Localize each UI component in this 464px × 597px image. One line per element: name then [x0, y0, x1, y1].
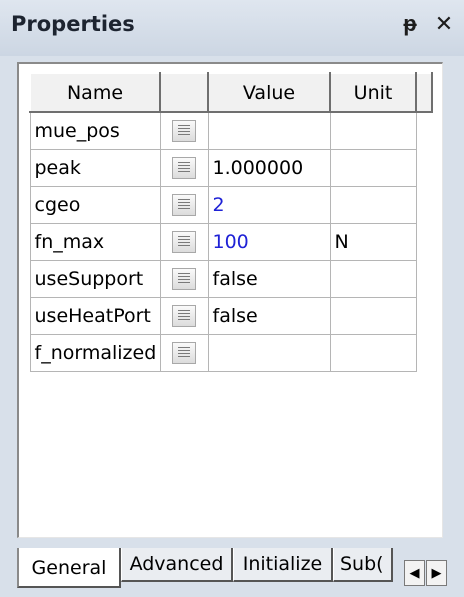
pin-icon[interactable]: ᵽ	[398, 10, 422, 38]
tab-sub[interactable]: Sub(	[333, 548, 393, 582]
row-unit[interactable]	[329, 111, 417, 150]
property-grid-area: Name Value Unit mue_pos peak 1.000000 cg…	[17, 62, 443, 538]
table-row: cgeo 2	[29, 186, 432, 224]
table-row: mue_pos	[29, 111, 432, 150]
row-unit[interactable]	[329, 297, 417, 335]
row-unit[interactable]	[329, 334, 417, 372]
row-name[interactable]: mue_pos	[29, 111, 161, 150]
property-grid: Name Value Unit mue_pos peak 1.000000 cg…	[29, 72, 433, 372]
row-unit[interactable]	[329, 186, 417, 224]
tab-general[interactable]: General	[17, 548, 121, 588]
properties-panel: Properties ᵽ ✕ Name Value Unit mue_pos p…	[0, 0, 464, 597]
row-unit[interactable]	[329, 260, 417, 298]
column-header-filler	[415, 72, 433, 113]
row-value[interactable]: 100	[207, 223, 331, 261]
panel-title-bar: Properties ᵽ ✕	[0, 0, 464, 56]
row-value[interactable]	[207, 111, 331, 150]
column-header-edit[interactable]	[159, 72, 209, 113]
row-value[interactable]: false	[207, 297, 331, 335]
list-icon[interactable]	[172, 305, 196, 328]
list-icon[interactable]	[172, 231, 196, 254]
tab-advanced[interactable]: Advanced	[121, 548, 233, 582]
panel-title: Properties	[11, 12, 135, 36]
tab-initialize[interactable]: Initialize	[233, 548, 333, 582]
grid-header-row: Name Value Unit	[29, 72, 433, 113]
scroll-left-icon[interactable]: ◀	[404, 560, 425, 586]
close-icon[interactable]: ✕	[432, 10, 456, 38]
list-icon[interactable]	[172, 157, 196, 180]
column-header-unit[interactable]: Unit	[329, 72, 417, 113]
table-row: fn_max 100 N	[29, 223, 432, 261]
table-row: useHeatPort false	[29, 297, 432, 335]
table-row: useSupport false	[29, 260, 432, 298]
row-unit[interactable]	[329, 149, 417, 187]
list-icon[interactable]	[172, 268, 196, 291]
list-icon[interactable]	[172, 342, 196, 365]
row-value[interactable]: 1.000000	[207, 149, 331, 187]
row-value[interactable]: false	[207, 260, 331, 298]
table-row: f_normalized	[29, 334, 432, 372]
table-row: peak 1.000000	[29, 149, 432, 187]
list-icon[interactable]	[172, 120, 196, 143]
tab-strip: General Advanced Initialize Sub( ◀ ▶	[17, 548, 463, 592]
column-header-name[interactable]: Name	[29, 72, 161, 113]
scroll-right-icon[interactable]: ▶	[426, 560, 447, 586]
row-name[interactable]: peak	[29, 149, 161, 187]
list-icon[interactable]	[172, 194, 196, 217]
row-name[interactable]: fn_max	[29, 223, 161, 261]
row-name[interactable]: useSupport	[29, 260, 161, 298]
row-value[interactable]	[207, 334, 331, 372]
row-value[interactable]: 2	[207, 186, 331, 224]
row-name[interactable]: f_normalized	[29, 334, 161, 372]
row-unit[interactable]: N	[329, 223, 417, 261]
column-header-value[interactable]: Value	[207, 72, 331, 113]
row-name[interactable]: useHeatPort	[29, 297, 161, 335]
row-name[interactable]: cgeo	[29, 186, 161, 224]
